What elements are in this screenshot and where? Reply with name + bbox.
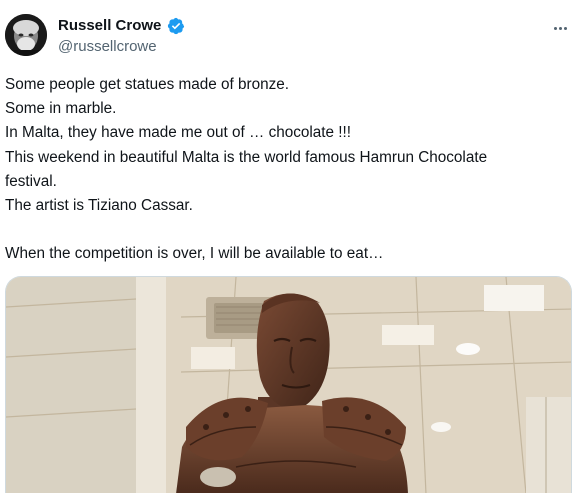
tweet-text-line: The artist is Tiziano Cassar. [5, 197, 193, 215]
tweet-text-line: Some in marble. [5, 100, 117, 118]
more-options-icon[interactable] [548, 18, 572, 38]
tweet-header: Russell Crowe @russellcrowe [5, 14, 580, 58]
avatar-image [5, 14, 47, 56]
chocolate-statue-photo [6, 277, 571, 493]
tweet-text-line [5, 218, 577, 242]
avatar[interactable] [5, 14, 47, 56]
tweet-text-line: When the competition is over, I will be … [5, 245, 384, 263]
tweet-text-line: festival. [5, 172, 57, 190]
tweet-text: Some people get statues made of bronze. … [5, 73, 577, 267]
tweet-text-line: This weekend in beautiful Malta is the w… [5, 148, 488, 166]
display-name[interactable]: Russell Crowe [58, 17, 161, 35]
tweet-text-line: Some people get statues made of bronze. [5, 76, 290, 93]
tweet-media-photo[interactable] [5, 276, 572, 493]
user-handle[interactable]: @russellcrowe [58, 38, 157, 56]
tweet: Russell Crowe @russellcrowe Some people … [0, 0, 585, 493]
verified-badge-icon [167, 17, 185, 35]
tweet-text-line: In Malta, they have made me out of … cho… [5, 124, 352, 142]
